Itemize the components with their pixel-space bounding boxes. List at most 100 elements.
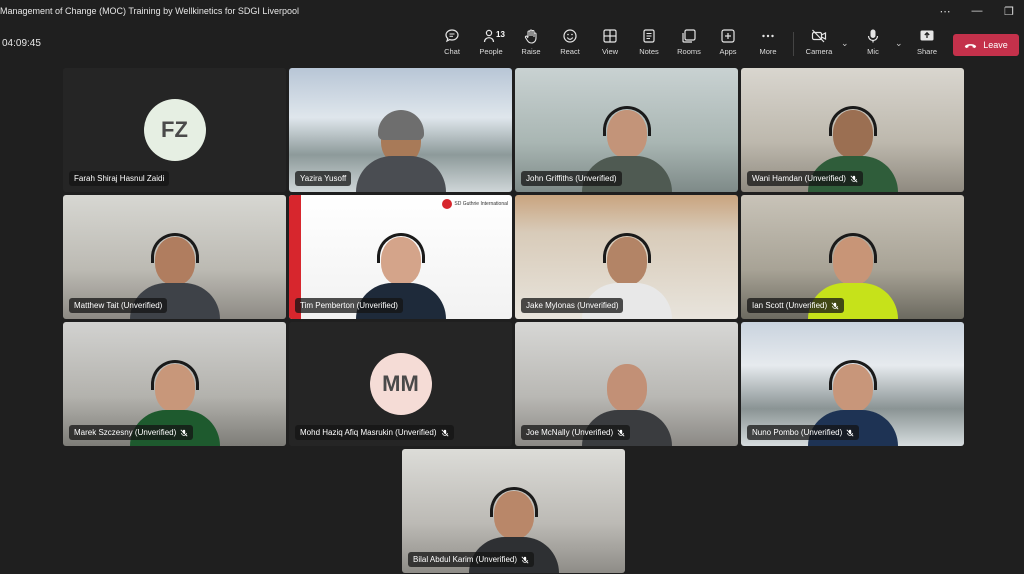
participant-name-tag: Nuno Pombo (Unverified) xyxy=(747,425,860,440)
share-label: Share xyxy=(916,47,937,56)
share-button[interactable]: Share xyxy=(907,28,947,62)
avatar: FZ xyxy=(143,99,206,161)
mic-options-chevron-icon[interactable]: ⌄ xyxy=(895,38,903,49)
participant-tile[interactable]: John Griffiths (Unverified) xyxy=(515,68,738,192)
muted-mic-icon xyxy=(617,429,625,436)
participant-name: Joe McNally (Unverified) xyxy=(526,428,614,437)
notes-label: Notes xyxy=(639,47,659,56)
view-label: View xyxy=(601,47,619,56)
apps-label: Apps xyxy=(719,47,737,56)
mic-label: Mic xyxy=(867,47,879,56)
view-button[interactable]: View xyxy=(590,28,630,62)
notes-button[interactable]: Notes xyxy=(629,28,669,62)
participant-name-tag: Jake Mylonas (Unverified) xyxy=(521,298,624,313)
more-options-icon[interactable]: ⋯ xyxy=(930,0,960,22)
company-logo-text: SD Guthrie International xyxy=(454,201,508,207)
chat-icon xyxy=(445,29,459,43)
participant-name: Bilal Abdul Karim (Unverified) xyxy=(413,555,518,564)
restore-button[interactable]: ❐ xyxy=(994,0,1024,22)
mic-button[interactable]: Mic xyxy=(853,28,893,62)
leave-button[interactable]: Leave xyxy=(953,34,1019,56)
title-bar: Management of Change (MOC) Training by W… xyxy=(0,0,1024,22)
muted-mic-icon xyxy=(180,429,188,436)
share-screen-icon xyxy=(920,30,934,41)
participant-name: Ian Scott (Unverified) xyxy=(752,301,828,310)
raise-hand-icon xyxy=(524,29,537,44)
participant-tile[interactable]: Wani Hamdan (Unverified) xyxy=(741,68,964,192)
rooms-button[interactable]: Rooms xyxy=(669,28,709,62)
participant-name-tag: John Griffiths (Unverified) xyxy=(521,171,622,186)
participant-tile[interactable]: SD Guthrie International Tim Pemberton (… xyxy=(289,195,512,319)
more-label: More xyxy=(759,47,777,56)
chat-button[interactable]: Chat xyxy=(432,28,472,62)
participant-name-tag: Wani Hamdan (Unverified) xyxy=(747,171,863,186)
grid-icon xyxy=(603,29,617,43)
window-title: Management of Change (MOC) Training by W… xyxy=(0,6,299,16)
avatar: MM xyxy=(369,353,432,415)
apps-button[interactable]: Apps xyxy=(708,28,748,62)
camera-off-icon xyxy=(811,29,827,43)
participant-tile[interactable]: Jake Mylonas (Unverified) xyxy=(515,195,738,319)
participant-tile[interactable]: Joe McNally (Unverified) xyxy=(515,322,738,446)
camera-options-chevron-icon[interactable]: ⌄ xyxy=(841,38,849,49)
participant-tile[interactable]: Bilal Abdul Karim (Unverified) xyxy=(402,449,625,573)
more-button[interactable]: More xyxy=(748,28,788,62)
meeting-timer: 04:09:45 xyxy=(2,38,41,49)
muted-mic-icon xyxy=(846,429,854,436)
participant-name-tag: Matthew Tait (Unverified) xyxy=(69,298,168,313)
notes-icon xyxy=(643,29,655,43)
people-label: People xyxy=(479,47,503,56)
participant-tile[interactable]: Ian Scott (Unverified) xyxy=(741,195,964,319)
participant-tile[interactable]: Yazira Yusoff xyxy=(289,68,512,192)
minimize-button[interactable]: — xyxy=(962,0,992,22)
participant-name-tag: Marek Szczesny (Unverified) xyxy=(69,425,194,440)
participant-name: Yazira Yusoff xyxy=(300,174,347,183)
participant-tile[interactable]: FZ Farah Shiraj Hasnul Zaidi xyxy=(63,68,286,192)
muted-mic-icon xyxy=(521,556,529,563)
participant-name-tag: Ian Scott (Unverified) xyxy=(747,298,845,313)
rooms-label: Rooms xyxy=(677,47,701,56)
participant-name: Farah Shiraj Hasnul Zaidi xyxy=(74,174,165,183)
meeting-toolbar: 04:09:45 Chat 13 People Raise React View… xyxy=(0,22,1024,64)
participant-name: Wani Hamdan (Unverified) xyxy=(752,174,846,183)
ellipsis-icon xyxy=(762,34,774,38)
participant-name-tag: Tim Pemberton (Unverified) xyxy=(295,298,403,313)
participant-name: Tim Pemberton (Unverified) xyxy=(300,301,398,310)
participant-tile[interactable]: Nuno Pombo (Unverified) xyxy=(741,322,964,446)
participant-tile[interactable]: Marek Szczesny (Unverified) xyxy=(63,322,286,446)
camera-label: Camera xyxy=(805,47,833,56)
participant-name: John Griffiths (Unverified) xyxy=(526,174,617,183)
hang-up-icon xyxy=(965,43,977,48)
leave-label: Leave xyxy=(983,40,1008,50)
participant-video xyxy=(355,100,446,192)
participant-name: Matthew Tait (Unverified) xyxy=(74,301,163,310)
raise-hand-button[interactable]: Raise xyxy=(511,28,551,62)
chat-label: Chat xyxy=(444,47,460,56)
muted-mic-icon xyxy=(441,429,448,436)
camera-button[interactable]: Camera xyxy=(799,28,839,62)
company-logo: SD Guthrie International xyxy=(442,199,508,209)
participant-name-tag: Mohd Haziq Afiq Masrukin (Unverified) xyxy=(295,425,454,440)
participant-name: Nuno Pombo (Unverified) xyxy=(752,428,843,437)
rooms-icon xyxy=(682,29,696,43)
participant-tile[interactable]: MM Mohd Haziq Afiq Masrukin (Unverified) xyxy=(289,322,512,446)
smiley-icon xyxy=(563,29,577,43)
participant-tile[interactable]: Matthew Tait (Unverified) xyxy=(63,195,286,319)
raise-label: Raise xyxy=(521,47,541,56)
muted-mic-icon xyxy=(850,175,858,182)
react-label: React xyxy=(560,47,580,56)
toolbar-divider xyxy=(793,32,794,56)
muted-mic-icon xyxy=(831,302,839,309)
react-button[interactable]: React xyxy=(550,28,590,62)
participant-name-tag: Farah Shiraj Hasnul Zaidi xyxy=(69,171,170,186)
participant-name-tag: Joe McNally (Unverified) xyxy=(521,425,631,440)
participant-name-tag: Bilal Abdul Karim (Unverified) xyxy=(408,552,535,567)
people-button[interactable]: 13 People xyxy=(471,28,511,62)
participant-name: Jake Mylonas (Unverified) xyxy=(526,301,619,310)
participant-name: Mohd Haziq Afiq Masrukin (Unverified) xyxy=(300,428,437,437)
participant-name-tag: Yazira Yusoff xyxy=(295,171,352,186)
people-count: 13 xyxy=(496,30,505,39)
participant-name: Marek Szczesny (Unverified) xyxy=(74,428,177,437)
add-apps-icon xyxy=(721,29,735,43)
microphone-icon xyxy=(867,29,879,43)
